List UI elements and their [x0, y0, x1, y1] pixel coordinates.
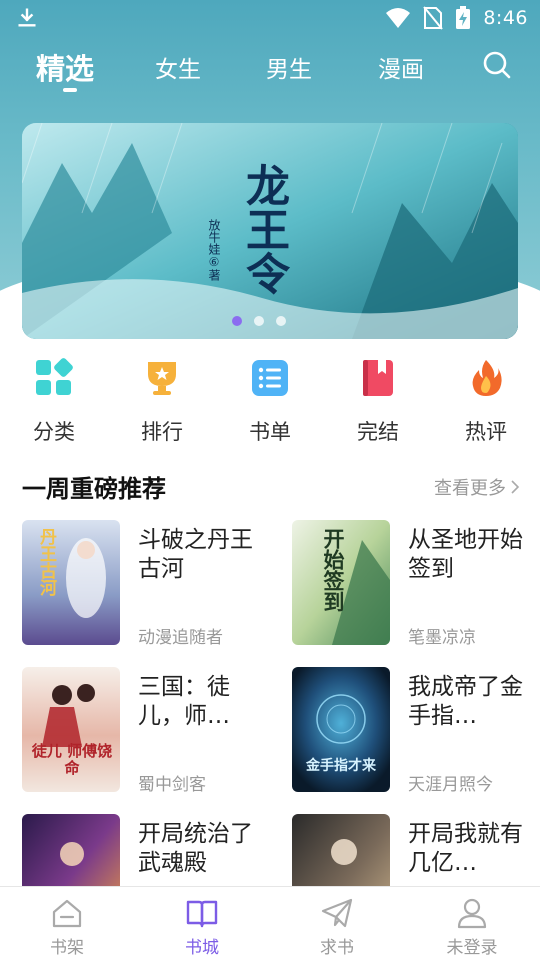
book-author: 蜀中剑客: [138, 775, 206, 795]
cover-art-text: 金手指才来: [306, 758, 376, 774]
book-cover: 金手指才来: [292, 667, 390, 792]
flame-icon: [472, 360, 502, 396]
book-cover: 徒儿 师傅饶命: [22, 667, 120, 792]
category-grid-icon: [36, 358, 73, 395]
category-hot-reviews[interactable]: 热评: [446, 358, 526, 446]
category-completed[interactable]: 完结: [338, 358, 418, 446]
book-title: 三国：徒儿，师…: [138, 674, 230, 729]
see-more-link[interactable]: 查看更多: [434, 474, 520, 500]
nav-label: 求书: [320, 938, 354, 958]
category-classify[interactable]: 分类: [14, 358, 94, 446]
book-author: 天涯月照今: [408, 775, 493, 795]
banner-title-art: 龙王令: [238, 163, 289, 295]
no-sim-icon: [423, 6, 444, 30]
book-card[interactable]: 徒儿 师傅饶命 三国：徒儿，师… 蜀中剑客: [22, 667, 272, 795]
book-title: 斗破之丹王古河: [138, 527, 253, 582]
category-label: 分类: [33, 420, 75, 444]
banner-dot[interactable]: [254, 316, 264, 326]
banner-pagination: [232, 316, 286, 326]
status-bar: 8:46: [0, 0, 540, 36]
category-label: 排行: [141, 420, 183, 444]
trophy-icon: [148, 362, 176, 395]
cover-art-text: 丹王古河: [36, 528, 56, 596]
wifi-icon: [386, 8, 411, 28]
nav-label: 书架: [50, 938, 84, 958]
banner-dot[interactable]: [276, 316, 286, 326]
book-cover: 开始签到: [292, 520, 390, 645]
chevron-right-icon: [511, 480, 520, 494]
book-title: 开局我就有几亿…: [408, 821, 523, 876]
tab-male[interactable]: 男生: [266, 50, 312, 84]
category-label: 热评: [465, 420, 507, 444]
status-time: 8:46: [483, 7, 528, 29]
user-icon: [457, 898, 487, 929]
tab-female[interactable]: 女生: [155, 50, 201, 84]
bookshelf-icon: [52, 899, 82, 928]
see-more-label: 查看更多: [434, 478, 506, 499]
nav-bookstore[interactable]: 书城: [152, 897, 252, 958]
nav-bookshelf[interactable]: 书架: [17, 897, 117, 958]
cover-art-text: 徒儿 师傅饶命: [31, 742, 113, 777]
category-label: 完结: [357, 420, 399, 444]
book-title: 我成帝了金手指…: [408, 674, 523, 729]
nav-request-book[interactable]: 求书: [287, 897, 387, 958]
category-ranking[interactable]: 排行: [122, 358, 202, 446]
book-title: 从圣地开始签到: [408, 527, 523, 582]
category-shortcuts: 分类 排行 书单 完结 热评: [0, 358, 540, 448]
top-tabs: 精选 女生 男生 漫画: [0, 40, 540, 94]
category-booklist[interactable]: 书单: [230, 358, 310, 446]
category-label: 书单: [249, 420, 291, 444]
book-cover: 丹王古河: [22, 520, 120, 645]
section-title: 一周重磅推荐: [22, 475, 166, 503]
book-author: 动漫追随者: [138, 628, 223, 648]
banner-dot[interactable]: [232, 316, 242, 326]
paper-plane-icon: [321, 898, 353, 928]
open-book-icon: [186, 900, 218, 928]
list-icon: [252, 360, 288, 396]
promo-banner[interactable]: 龙王令 放牛娃⑥著: [22, 123, 518, 339]
bookmark-book-icon: [363, 360, 393, 396]
active-tab-indicator: [63, 88, 77, 92]
battery-charging-icon: [456, 6, 471, 29]
book-card[interactable]: 金手指才来 我成帝了金手指… 天涯月照今: [292, 667, 540, 795]
banner-author-art: 放牛娃⑥著: [207, 219, 221, 281]
book-card[interactable]: 丹王古河 斗破之丹王古河 动漫追随者: [22, 520, 272, 648]
nav-account[interactable]: 未登录: [422, 897, 522, 958]
nav-label: 未登录: [446, 938, 498, 958]
nav-label: 书城: [185, 938, 219, 958]
book-card[interactable]: 开始签到 从圣地开始签到 笔墨凉凉: [292, 520, 540, 648]
download-icon: [18, 8, 36, 27]
tab-comics[interactable]: 漫画: [378, 50, 424, 84]
book-title: 开局统治了武魂殿: [138, 821, 253, 876]
bottom-navigation: 书架 书城 求书 未登录: [0, 886, 540, 960]
book-author: 笔墨凉凉: [408, 628, 476, 648]
tab-featured[interactable]: 精选: [36, 46, 94, 88]
search-icon[interactable]: [482, 50, 512, 80]
cover-art-text: 开始签到: [321, 528, 346, 612]
